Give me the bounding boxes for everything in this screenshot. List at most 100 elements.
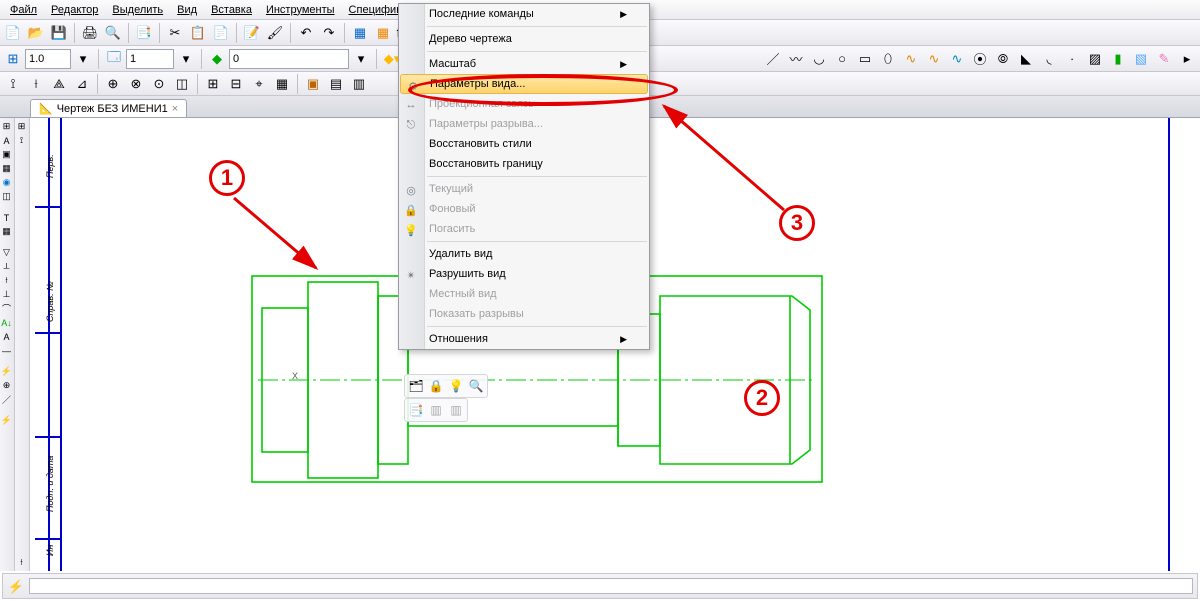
dim3[interactable]: ⟁ <box>48 73 70 95</box>
menu-insert[interactable]: Вставка <box>205 2 258 18</box>
r3[interactable]: ⟊ <box>15 556 28 569</box>
line-tool[interactable]: ／ <box>762 48 784 70</box>
menu-file[interactable]: Файл <box>4 2 43 18</box>
snap4[interactable]: ◫ <box>171 73 193 95</box>
brush-button[interactable]: 🖌 <box>264 22 286 44</box>
eraser-tool[interactable]: ✎ <box>1153 48 1175 70</box>
library-button[interactable]: ▦ <box>372 22 394 44</box>
l13[interactable]: ⌒ <box>0 302 13 315</box>
l3[interactable]: ▣ <box>0 148 13 161</box>
l1[interactable]: ⊞ <box>0 120 13 133</box>
snap7[interactable]: ⌖ <box>248 73 270 95</box>
close-icon[interactable]: × <box>172 103 178 115</box>
mt-zoom-icon[interactable]: 🔍 <box>467 377 485 395</box>
mt-grid2-icon[interactable]: ▥ <box>447 401 465 419</box>
l6[interactable]: ◫ <box>0 190 13 203</box>
point-tool[interactable]: ∙ <box>1061 48 1083 70</box>
mt-layers-icon[interactable]: 🗂 <box>407 377 425 395</box>
bezier-tool[interactable]: ∿ <box>946 48 968 70</box>
rect-tool[interactable]: ▭ <box>854 48 876 70</box>
cm-scale[interactable]: Масштаб▶ <box>399 54 649 74</box>
l7[interactable]: T <box>0 211 13 224</box>
state-dd[interactable]: ▾ <box>175 48 197 70</box>
layers-button[interactable]: ▦ <box>349 22 371 44</box>
state-button[interactable]: 🗔 <box>103 48 125 70</box>
arc-tool[interactable]: ◡ <box>808 48 830 70</box>
cm-recent[interactable]: Последние команды▶ <box>399 4 649 24</box>
l16[interactable]: ― <box>0 344 13 357</box>
ellipse-tool[interactable]: ⬯ <box>877 48 899 70</box>
menu-tools[interactable]: Инструменты <box>260 2 341 18</box>
redo-button[interactable]: ↷ <box>318 22 340 44</box>
mt-grid1-icon[interactable]: ▥ <box>427 401 445 419</box>
doc-button[interactable]: 📑 <box>133 22 155 44</box>
mini-toolbar-1[interactable]: 🗂 🔒 💡 🔍 <box>404 374 488 398</box>
cut-button[interactable]: ✂ <box>164 22 186 44</box>
l20[interactable]: ⚡ <box>0 414 13 427</box>
hatch-tool[interactable]: ▨ <box>1084 48 1106 70</box>
cmd-icon[interactable]: ⚡ <box>5 576 27 598</box>
undo-button[interactable]: ↶ <box>295 22 317 44</box>
snap6[interactable]: ⊟ <box>225 73 247 95</box>
save-button[interactable]: 💾 <box>48 22 70 44</box>
mt-props-icon[interactable]: 📑 <box>407 401 425 419</box>
cm-relations[interactable]: Отношения▶ <box>399 329 649 349</box>
scale-dd[interactable]: ▾ <box>72 48 94 70</box>
preview-button[interactable]: 🔍 <box>102 22 124 44</box>
l9[interactable]: ▽ <box>0 246 13 259</box>
l11[interactable]: ⟊ <box>0 274 13 287</box>
l10[interactable]: ⟂ <box>0 260 13 273</box>
layer-input[interactable] <box>229 49 349 69</box>
cm-tree[interactable]: Дерево чертежа <box>399 29 649 49</box>
cm-restore-styles[interactable]: Восстановить стили <box>399 134 649 154</box>
copy-button[interactable]: 📋 <box>187 22 209 44</box>
l15[interactable]: A <box>0 330 13 343</box>
new-button[interactable]: 📄 <box>2 22 24 44</box>
snap8[interactable]: ▦ <box>271 73 293 95</box>
mt-lock-icon[interactable]: 🔒 <box>427 377 445 395</box>
layer-dd[interactable]: ▾ <box>350 48 372 70</box>
snap5[interactable]: ⊞ <box>202 73 224 95</box>
dim4[interactable]: ⊿ <box>71 73 93 95</box>
layer-button[interactable]: ◆ <box>206 48 228 70</box>
circle-tool[interactable]: ○ <box>831 48 853 70</box>
tan2-tool[interactable]: ⦾ <box>992 48 1014 70</box>
l12[interactable]: ⊥ <box>0 288 13 301</box>
properties-button[interactable]: 📝 <box>241 22 263 44</box>
fillet-tool[interactable]: ◟ <box>1038 48 1060 70</box>
paste-button[interactable]: 📄 <box>210 22 232 44</box>
chamfer-tool[interactable]: ◣ <box>1015 48 1037 70</box>
more-tools[interactable]: ▸ <box>1176 48 1198 70</box>
menu-select[interactable]: Выделить <box>106 2 169 18</box>
snap3[interactable]: ⊙ <box>148 73 170 95</box>
cm-delete-view[interactable]: Удалить вид <box>399 244 649 264</box>
l14[interactable]: A↓ <box>0 316 13 329</box>
tan1-tool[interactable]: ⦿ <box>969 48 991 70</box>
snap11[interactable]: ▥ <box>348 73 370 95</box>
dim2[interactable]: ⟊ <box>25 73 47 95</box>
nurbs-tool[interactable]: ∿ <box>923 48 945 70</box>
dim1[interactable]: ⟟ <box>2 73 24 95</box>
region-tool[interactable]: ▧ <box>1130 48 1152 70</box>
command-line[interactable] <box>29 578 1193 594</box>
mt-bulb-icon[interactable]: 💡 <box>447 377 465 395</box>
r2[interactable]: ⟟ <box>15 134 28 147</box>
menu-view[interactable]: Вид <box>171 2 203 18</box>
open-button[interactable]: 📂 <box>25 22 47 44</box>
menu-editor[interactable]: Редактор <box>45 2 104 18</box>
snap10[interactable]: ▤ <box>325 73 347 95</box>
mini-toolbar-2[interactable]: 📑 ▥ ▥ <box>404 398 468 422</box>
l18[interactable]: ⊕ <box>0 379 13 392</box>
cm-restore-bounds[interactable]: Восстановить границу <box>399 154 649 174</box>
r1[interactable]: ⊞ <box>15 120 28 133</box>
cm-destroy-view[interactable]: ✴Разрушить вид <box>399 264 649 284</box>
l8[interactable]: ▦ <box>0 225 13 238</box>
l19[interactable]: ／ <box>0 393 13 406</box>
spline-tool[interactable]: ∿ <box>900 48 922 70</box>
snap2[interactable]: ⊗ <box>125 73 147 95</box>
snap9[interactable]: ▣ <box>302 73 324 95</box>
snap1[interactable]: ⊕ <box>102 73 124 95</box>
fill-tool[interactable]: ▮ <box>1107 48 1129 70</box>
l2[interactable]: A <box>0 134 13 147</box>
l5[interactable]: ◉ <box>0 176 13 189</box>
